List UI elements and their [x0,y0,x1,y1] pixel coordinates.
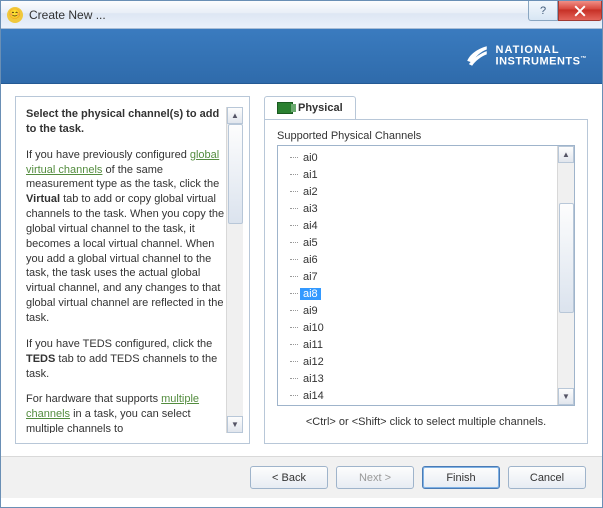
channel-item[interactable]: ai1 [278,166,557,183]
help-scrollbar[interactable]: ▲ ▼ [226,107,243,433]
channel-item[interactable]: ai9 [278,302,557,319]
brand-line1: NATIONAL [496,44,560,56]
scroll-down-icon[interactable]: ▼ [227,416,243,433]
tab-physical[interactable]: Physical [264,96,356,119]
channel-item[interactable]: ai4 [278,217,557,234]
back-button[interactable]: < Back [250,466,328,489]
channel-hint: <Ctrl> or <Shift> click to select multip… [277,416,575,428]
chip-icon [277,102,293,114]
app-icon: 😊 [7,7,23,23]
dialog-window: 😊 Create New ... ? NATIONAL INSTRUMENTS™… [0,0,603,508]
window-title: Create New ... [29,8,106,22]
channel-item[interactable]: ai8 [278,285,557,302]
next-button: Next > [336,466,414,489]
brand-line2: INSTRUMENTS [496,55,581,67]
channel-item[interactable]: ai0 [278,149,557,166]
channel-scrollbar[interactable]: ▲ ▼ [557,146,574,405]
channel-item[interactable]: ai5 [278,234,557,251]
scroll-up-icon[interactable]: ▲ [558,146,574,163]
channel-list-wrap: ai0ai1ai2ai3ai4ai5ai6ai7ai8ai9ai10ai11ai… [277,145,575,406]
cancel-button[interactable]: Cancel [508,466,586,489]
titlebar: 😊 Create New ... ? [1,1,602,29]
channel-item[interactable]: ai10 [278,319,557,336]
ni-eagle-icon [464,43,490,69]
channel-item[interactable]: ai7 [278,268,557,285]
finish-button[interactable]: Finish [422,466,500,489]
scroll-thumb[interactable] [559,203,574,313]
channel-list[interactable]: ai0ai1ai2ai3ai4ai5ai6ai7ai8ai9ai10ai11ai… [278,146,557,405]
channel-item[interactable]: ai6 [278,251,557,268]
content: Select the physical channel(s) to add to… [1,84,602,456]
channel-item[interactable]: ai13 [278,370,557,387]
help-panel: Select the physical channel(s) to add to… [15,96,250,444]
banner: NATIONAL INSTRUMENTS™ [1,29,602,84]
scroll-down-icon[interactable]: ▼ [558,388,574,405]
close-button[interactable] [558,1,602,21]
help-heading: Select the physical channel(s) to add to… [26,108,219,135]
channel-item[interactable]: ai14 [278,387,557,404]
channel-item[interactable]: ai2 [278,183,557,200]
channel-item[interactable]: ai12 [278,353,557,370]
channel-body: Supported Physical Channels ai0ai1ai2ai3… [264,119,588,444]
scroll-thumb[interactable] [228,124,243,224]
channel-list-label: Supported Physical Channels [277,130,575,142]
ni-logo: NATIONAL INSTRUMENTS™ [464,43,587,69]
channel-item[interactable]: ai11 [278,336,557,353]
window-buttons: ? [528,1,602,21]
channel-item[interactable]: ai3 [278,200,557,217]
channel-panel: Physical Supported Physical Channels ai0… [264,96,588,444]
help-button[interactable]: ? [528,1,558,21]
tabs: Physical [264,96,588,119]
footer: < Back Next > Finish Cancel [1,456,602,498]
help-text: Select the physical channel(s) to add to… [26,107,226,433]
scroll-up-icon[interactable]: ▲ [227,107,243,124]
